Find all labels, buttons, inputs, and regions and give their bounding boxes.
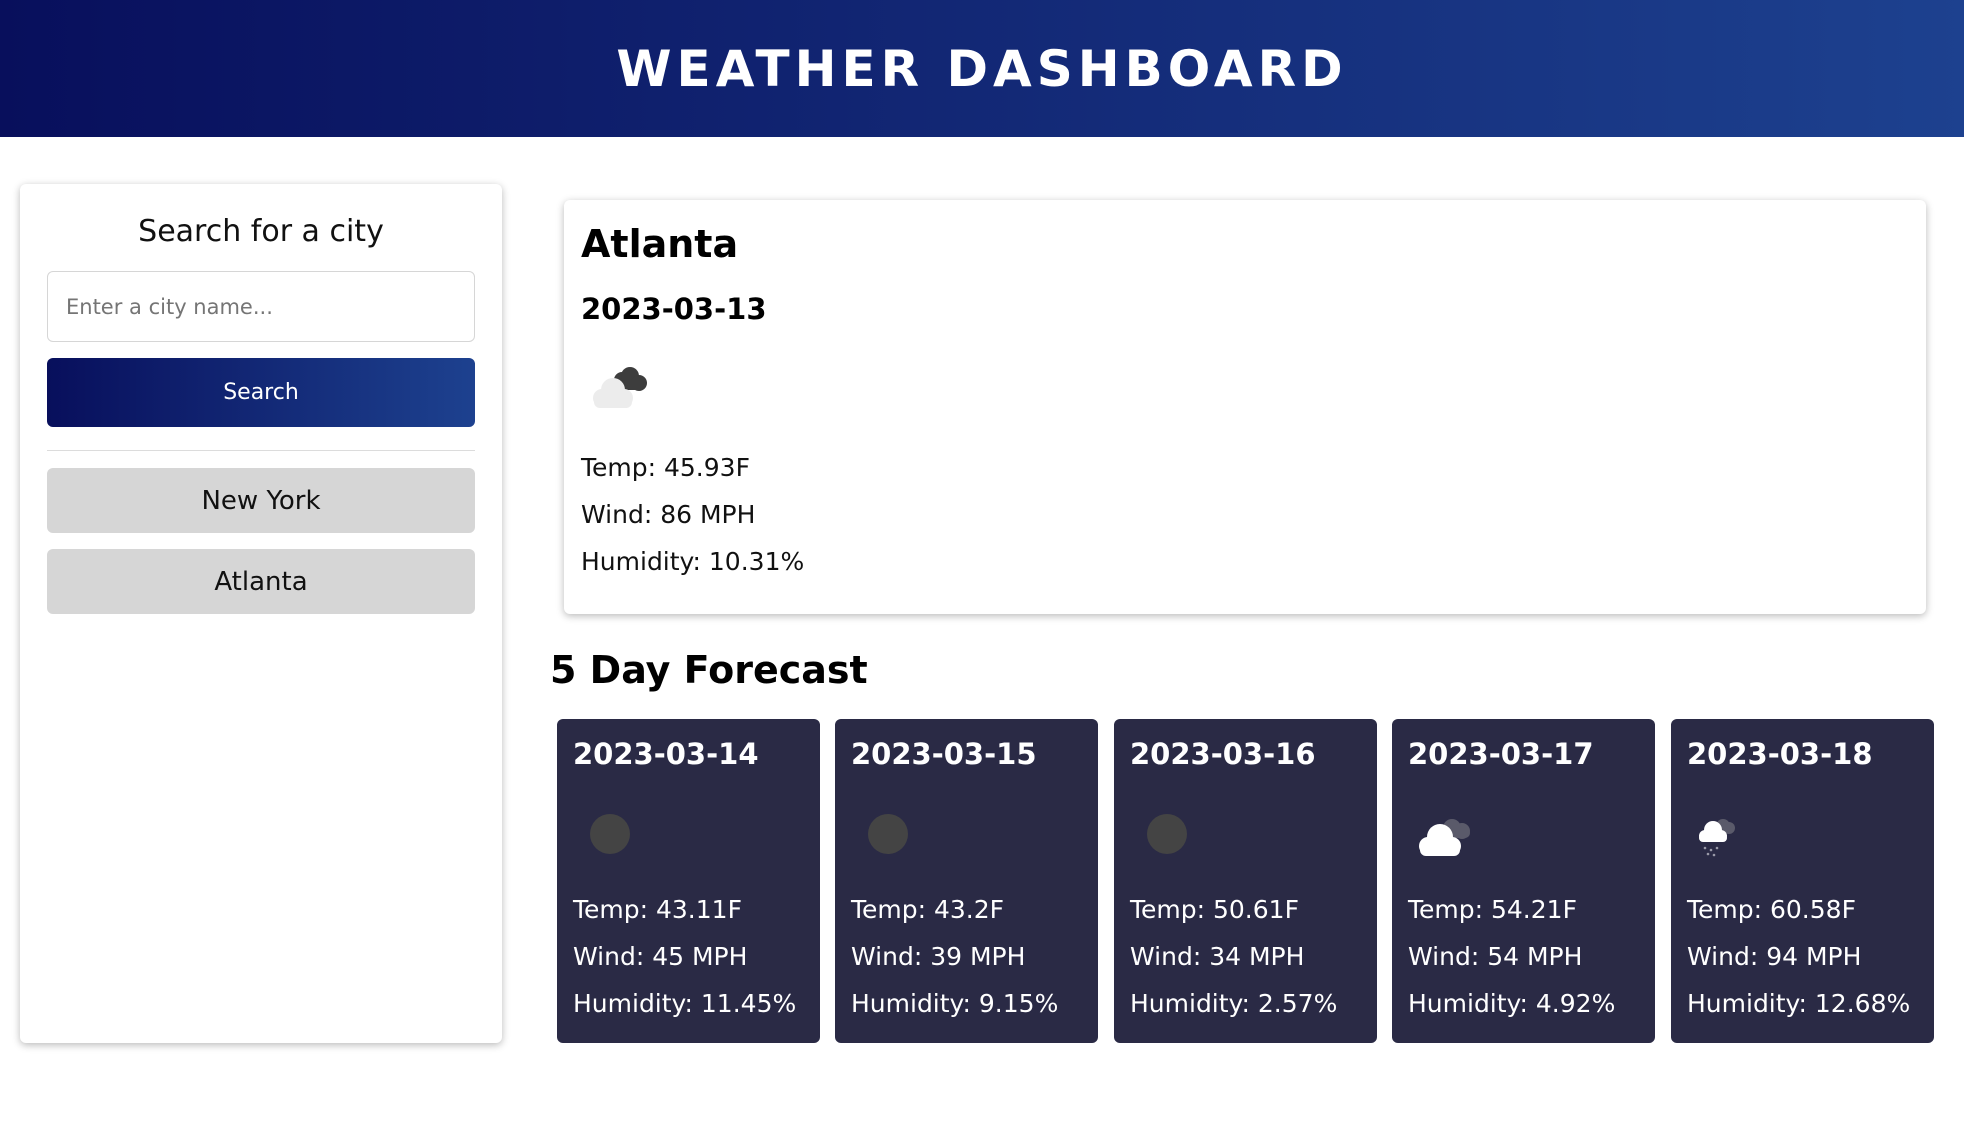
current-weather-card: Atlanta 2023-03-13 Temp: 45.93F Wind: 86…	[564, 200, 1926, 614]
forecast-wind: Wind: 39 MPH	[851, 942, 1026, 971]
forecast-humidity: Humidity: 11.45%	[573, 989, 797, 1018]
city-search-input[interactable]	[47, 271, 475, 342]
forecast-humidity: Humidity: 9.15%	[851, 989, 1059, 1018]
cloud-icon	[593, 367, 647, 408]
current-temp: Temp: 45.93F	[581, 453, 750, 482]
forecast-wind: Wind: 34 MPH	[1130, 942, 1305, 971]
history-button-new-york[interactable]: New York	[47, 468, 475, 533]
forecast-date: 2023-03-14	[573, 737, 759, 771]
divider	[47, 450, 475, 451]
forecast-card: 2023-03-14 Temp: 43.11F Wind: 45 MPH Hum…	[557, 719, 820, 1043]
forecast-wind: Wind: 45 MPH	[573, 942, 748, 971]
forecast-wind: Wind: 54 MPH	[1408, 942, 1583, 971]
forecast-temp: Temp: 43.11F	[573, 895, 742, 924]
forecast-date: 2023-03-17	[1408, 737, 1594, 771]
history-button-atlanta[interactable]: Atlanta	[47, 549, 475, 614]
forecast-card: 2023-03-16 Temp: 50.61F Wind: 34 MPH Hum…	[1114, 719, 1377, 1043]
cloud-icon	[1419, 819, 1470, 856]
moon-icon	[590, 814, 630, 854]
current-wind: Wind: 86 MPH	[581, 500, 756, 529]
forecast-temp: Temp: 54.21F	[1408, 895, 1577, 924]
search-sidebar: Search for a city Search New York Atlant…	[20, 184, 502, 1043]
forecast-title: 5 Day Forecast	[550, 648, 868, 692]
search-heading: Search for a city	[138, 214, 384, 249]
forecast-humidity: Humidity: 12.68%	[1687, 989, 1911, 1018]
forecast-wind: Wind: 94 MPH	[1687, 942, 1862, 971]
forecast-temp: Temp: 50.61F	[1130, 895, 1299, 924]
page-title: WEATHER DASHBOARD	[616, 39, 1348, 98]
moon-icon	[868, 814, 908, 854]
forecast-humidity: Humidity: 2.57%	[1130, 989, 1338, 1018]
moon-icon	[1147, 814, 1187, 854]
app-header: WEATHER DASHBOARD	[0, 0, 1964, 137]
forecast-temp: Temp: 60.58F	[1687, 895, 1856, 924]
forecast-card: 2023-03-17 Temp: 54.21F Wind: 54 MPH Hum…	[1392, 719, 1655, 1043]
search-button[interactable]: Search	[47, 358, 475, 427]
forecast-temp: Temp: 43.2F	[851, 895, 1005, 924]
current-date: 2023-03-13	[581, 292, 767, 326]
forecast-card: 2023-03-18 Temp: 60.58F Wind: 94 MPH Hum…	[1671, 719, 1934, 1043]
forecast-card: 2023-03-15 Temp: 43.2F Wind: 39 MPH Humi…	[835, 719, 1098, 1043]
rain-cloud-icon	[1699, 819, 1735, 857]
forecast-date: 2023-03-18	[1687, 737, 1873, 771]
forecast-humidity: Humidity: 4.92%	[1408, 989, 1616, 1018]
current-city-name: Atlanta	[581, 222, 739, 266]
forecast-date: 2023-03-15	[851, 737, 1037, 771]
current-humidity: Humidity: 10.31%	[581, 547, 805, 576]
forecast-date: 2023-03-16	[1130, 737, 1316, 771]
